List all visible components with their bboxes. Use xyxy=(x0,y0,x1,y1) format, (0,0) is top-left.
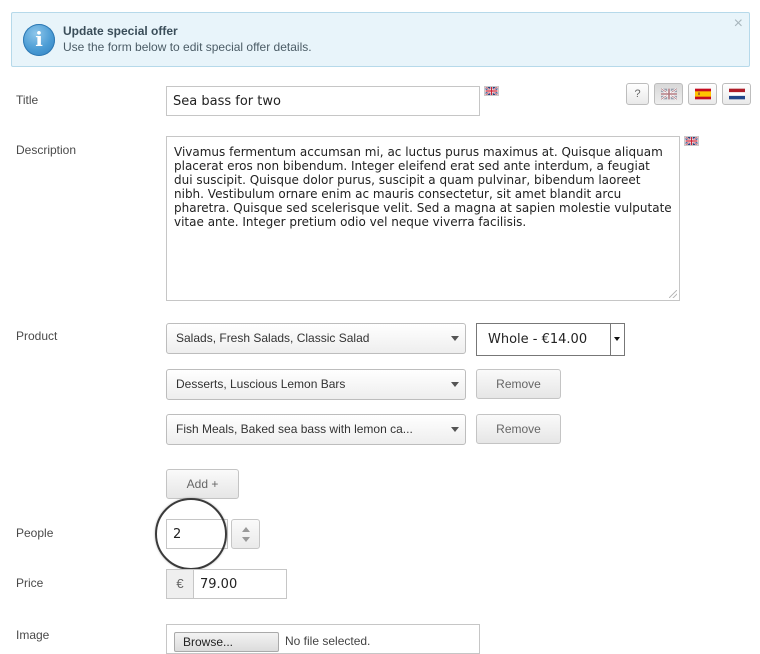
uk-flag-icon[interactable] xyxy=(684,136,699,146)
info-icon: i xyxy=(23,24,55,56)
language-button-nl[interactable] xyxy=(722,83,751,105)
product-select-3[interactable]: Fish Meals, Baked sea bass with lemon ca… xyxy=(166,414,466,445)
no-file-label: No file selected. xyxy=(285,634,371,648)
language-button-es[interactable] xyxy=(688,83,717,105)
variant-select-value: Whole - €14.00 xyxy=(488,332,588,347)
people-label: People xyxy=(16,526,54,540)
chevron-down-icon xyxy=(451,427,459,432)
arrow-up-icon[interactable] xyxy=(242,527,250,532)
info-banner: i Update special offer Use the form belo… xyxy=(11,12,750,67)
product-select-3-value: Fish Meals, Baked sea bass with lemon ca… xyxy=(176,422,413,436)
language-button-en[interactable] xyxy=(654,83,683,105)
uk-flag-icon[interactable] xyxy=(484,86,499,96)
chevron-down-icon xyxy=(451,336,459,341)
currency-addon: € xyxy=(166,569,193,599)
netherlands-flag-icon xyxy=(728,88,745,100)
image-file-input[interactable]: Browse... No file selected. xyxy=(166,624,480,654)
chevron-down-icon xyxy=(451,382,459,387)
add-product-button[interactable]: Add + xyxy=(166,469,239,499)
variant-select[interactable]: Whole - €14.00 xyxy=(476,323,625,356)
arrow-down-icon[interactable] xyxy=(242,537,250,542)
remove-button-2[interactable]: Remove xyxy=(476,369,561,399)
browse-button[interactable]: Browse... xyxy=(174,632,279,652)
price-input[interactable] xyxy=(193,569,287,599)
remove-button-3[interactable]: Remove xyxy=(476,414,561,444)
close-icon[interactable]: × xyxy=(734,15,743,33)
help-button[interactable]: ? xyxy=(626,83,649,105)
resize-handle-icon[interactable] xyxy=(669,290,677,298)
people-stepper[interactable] xyxy=(231,519,260,549)
product-label: Product xyxy=(16,329,58,343)
description-label: Description xyxy=(16,143,77,157)
banner-subtitle: Use the form below to edit special offer… xyxy=(63,40,312,54)
product-select-2[interactable]: Desserts, Luscious Lemon Bars xyxy=(166,369,466,400)
product-select-1[interactable]: Salads, Fresh Salads, Classic Salad xyxy=(166,323,466,354)
product-select-2-value: Desserts, Luscious Lemon Bars xyxy=(176,377,346,391)
description-textarea[interactable]: Vivamus fermentum accumsan mi, ac luctus… xyxy=(166,136,680,301)
description-text: Vivamus fermentum accumsan mi, ac luctus… xyxy=(174,145,672,229)
chevron-down-icon xyxy=(610,324,624,355)
product-select-1-value: Salads, Fresh Salads, Classic Salad xyxy=(176,331,370,345)
title-label: Title xyxy=(16,93,39,107)
people-input[interactable] xyxy=(166,519,228,549)
title-input[interactable] xyxy=(166,86,480,116)
spain-flag-icon xyxy=(694,88,711,100)
banner-title: Update special offer xyxy=(63,24,178,38)
uk-flag-icon xyxy=(660,88,677,100)
price-label: Price xyxy=(16,576,44,590)
